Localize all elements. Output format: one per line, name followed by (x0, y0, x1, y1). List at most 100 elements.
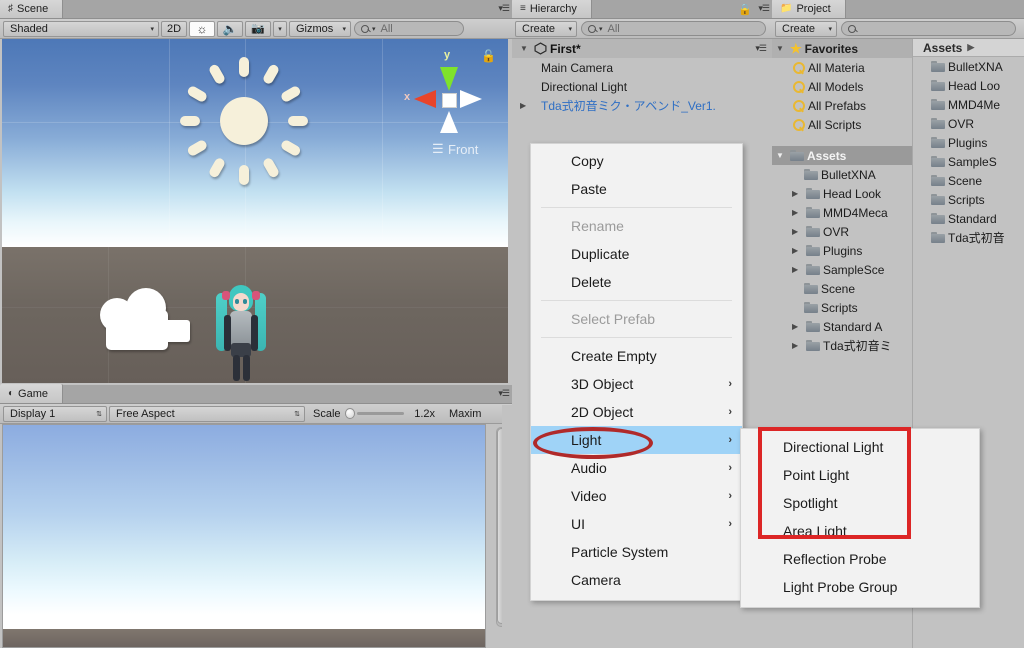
miku-model[interactable] (207, 279, 275, 383)
chevron-down-icon[interactable] (520, 44, 531, 53)
project-tree-item[interactable]: MMD4Meca (772, 203, 912, 222)
project-content-item[interactable]: BulletXNA (913, 57, 1024, 76)
chevron-right-icon[interactable] (792, 208, 803, 217)
menu-item-camera[interactable]: Camera (531, 566, 742, 594)
project-content-item[interactable]: Standard (913, 209, 1024, 228)
project-tree-item[interactable]: Head Look (772, 184, 912, 203)
game-panel-menu-icon[interactable]: ▾☰ (498, 388, 510, 399)
project-favorite-all-scripts[interactable]: All Scripts (772, 115, 912, 134)
lock-icon[interactable]: 🔒 (738, 3, 752, 16)
tab-project[interactable]: 📁 Project (772, 0, 846, 18)
unlock-icon[interactable]: 🔓 (481, 49, 496, 63)
project-content-item[interactable]: Head Loo (913, 76, 1024, 95)
chevron-down-icon[interactable] (776, 44, 787, 53)
maximize-on-play-button[interactable]: Maxim (443, 406, 487, 422)
project-favorite-all-models[interactable]: All Models (772, 77, 912, 96)
project-tree-item[interactable]: Tda式初音ミ (772, 336, 912, 355)
project-tree-item[interactable]: Scripts (772, 298, 912, 317)
menu-item-particle-system[interactable]: Particle System (531, 538, 742, 566)
scene-audio-toggle[interactable]: 🔈 (217, 20, 243, 37)
project-tree-item[interactable]: OVR (772, 222, 912, 241)
chevron-right-icon[interactable] (792, 189, 803, 198)
submenu-item-directional-light[interactable]: Directional Light (741, 433, 979, 461)
axis-negative-y-cone[interactable] (440, 111, 458, 133)
scene-lighting-toggle[interactable]: ☼ (189, 20, 215, 37)
project-content-item[interactable]: OVR (913, 114, 1024, 133)
display-dropdown[interactable]: Display 1 ⇅ (3, 405, 107, 422)
chevron-down-icon[interactable] (776, 151, 787, 160)
hierarchy-scene-row[interactable]: First* ▾☰ (512, 39, 772, 58)
hierarchy-search-input[interactable]: ▾ All (581, 21, 766, 36)
chevron-right-icon[interactable] (792, 246, 803, 255)
project-favorites-header[interactable]: ★ Favorites (772, 39, 912, 58)
axis-z-cone[interactable] (460, 90, 482, 108)
chevron-right-icon[interactable] (792, 265, 803, 274)
camera-gizmo[interactable] (98, 286, 208, 354)
hierarchy-item-directional-light[interactable]: Directional Light (512, 77, 772, 96)
menu-item-duplicate[interactable]: Duplicate (531, 240, 742, 268)
menu-item-3d-object[interactable]: 3D Object › (531, 370, 742, 398)
project-content-item[interactable]: Tda式初音 (913, 228, 1024, 247)
project-tree-item[interactable]: Standard A (772, 317, 912, 336)
project-tree-item[interactable]: SampleSce (772, 260, 912, 279)
axis-y-cone[interactable] (440, 67, 458, 91)
scene-row-menu-icon[interactable]: ▾☰ (755, 43, 767, 54)
project-content-item[interactable]: SampleS (913, 152, 1024, 171)
scene-panel-menu-icon[interactable]: ▾☰ (498, 3, 510, 14)
submenu-item-area-light[interactable]: Area Light (741, 517, 979, 545)
scene-search-input[interactable]: ▾ All (354, 21, 464, 36)
axis-x-cone[interactable] (414, 90, 436, 108)
menu-item-2d-object[interactable]: 2D Object › (531, 398, 742, 426)
game-viewport[interactable] (2, 424, 486, 648)
hierarchy-item-main-camera[interactable]: Main Camera (512, 58, 772, 77)
tab-game[interactable]: ◐ Game (0, 384, 64, 403)
menu-item-video[interactable]: Video › (531, 482, 742, 510)
project-tree-item[interactable]: BulletXNA (772, 165, 912, 184)
menu-item-create-empty[interactable]: Create Empty (531, 342, 742, 370)
submenu-item-light-probe-group[interactable]: Light Probe Group (741, 573, 979, 601)
project-content-item[interactable]: MMD4Me (913, 95, 1024, 114)
scene-fx-dropdown[interactable]: ▾ (273, 20, 287, 37)
project-content-item[interactable]: Plugins (913, 133, 1024, 152)
project-assets-root[interactable]: Assets (772, 146, 912, 165)
scale-slider-knob[interactable] (344, 408, 355, 419)
project-create-button[interactable]: Create ▾ (775, 20, 837, 37)
hierarchy-item-miku-prefab[interactable]: Tda式初音ミク・アベンド_Ver1. (512, 96, 772, 115)
gizmos-dropdown[interactable]: Gizmos ▾ (289, 20, 351, 37)
project-breadcrumb[interactable]: Assets ▶ (913, 39, 1024, 57)
scene-viewport[interactable]: y x ☰ Front 🔓 (2, 39, 508, 383)
toggle-2d-button[interactable]: 2D (161, 20, 187, 37)
scale-slider-track[interactable] (356, 412, 405, 415)
submenu-item-spotlight[interactable]: Spotlight (741, 489, 979, 517)
menu-item-paste[interactable]: Paste (531, 175, 742, 203)
scene-fx-toggle[interactable]: 📷 (245, 20, 271, 37)
tab-scene[interactable]: ♯ Scene (0, 0, 64, 18)
hierarchy-panel-menu-icon[interactable]: ▾☰ (758, 3, 770, 14)
directional-light-gizmo[interactable] (180, 57, 308, 185)
menu-item-light[interactable]: Light › (531, 426, 742, 454)
menu-item-delete[interactable]: Delete (531, 268, 742, 296)
hierarchy-create-button[interactable]: Create ▾ (515, 20, 577, 37)
menu-item-copy[interactable]: Copy (531, 147, 742, 175)
project-favorite-all-materials[interactable]: All Materia (772, 58, 912, 77)
chevron-right-icon[interactable] (792, 322, 803, 331)
tab-hierarchy[interactable]: ≡ Hierarchy (512, 0, 592, 18)
project-tree-item[interactable]: Plugins (772, 241, 912, 260)
aspect-dropdown[interactable]: Free Aspect ⇅ (109, 405, 305, 422)
project-content-item[interactable]: Scripts (913, 190, 1024, 209)
project-content-item[interactable]: Scene (913, 171, 1024, 190)
scene-view-orientation-label[interactable]: ☰ Front (432, 141, 478, 157)
menu-item-ui[interactable]: UI › (531, 510, 742, 538)
scale-slider-group[interactable]: Scale 1.2x (307, 406, 441, 422)
draw-mode-dropdown[interactable]: Shaded ▾ (3, 20, 159, 37)
chevron-right-icon[interactable] (792, 341, 803, 350)
project-favorite-all-prefabs[interactable]: All Prefabs (772, 96, 912, 115)
submenu-item-point-light[interactable]: Point Light (741, 461, 979, 489)
scene-orientation-gizmo[interactable]: y x ☰ Front 🔓 (402, 45, 498, 165)
axis-center-cube[interactable] (442, 93, 457, 108)
submenu-item-reflection-probe[interactable]: Reflection Probe (741, 545, 979, 573)
chevron-right-icon[interactable] (520, 101, 531, 110)
menu-item-audio[interactable]: Audio › (531, 454, 742, 482)
project-search-input[interactable] (841, 21, 1016, 36)
chevron-right-icon[interactable] (792, 227, 803, 236)
